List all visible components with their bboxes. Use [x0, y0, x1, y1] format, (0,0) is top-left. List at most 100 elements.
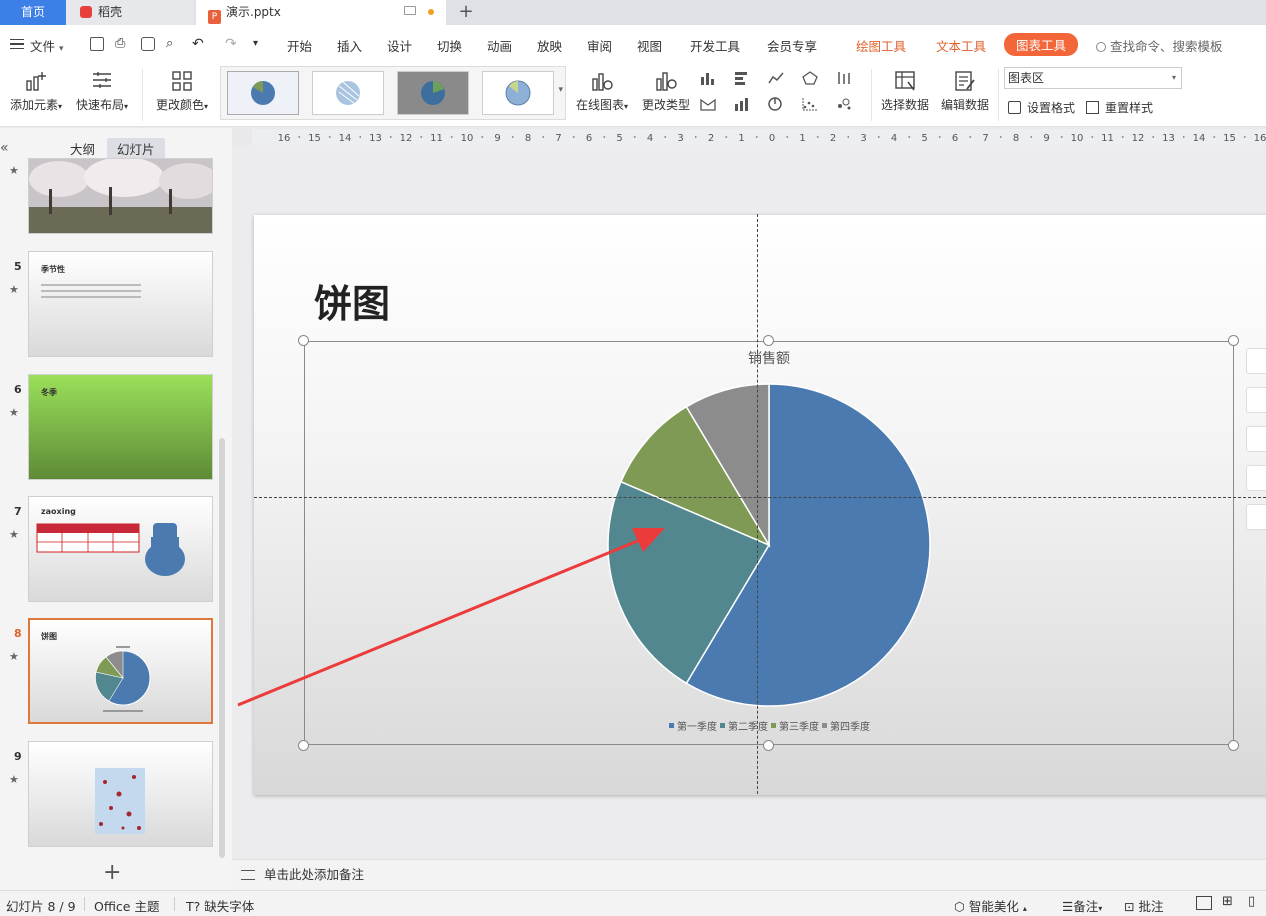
- add-element-button[interactable]: 添加元素▾: [6, 69, 66, 113]
- tab-file[interactable]: P 演示.pptx: [196, 0, 446, 25]
- slide-thumb-4[interactable]: [28, 158, 213, 234]
- print-icon[interactable]: [141, 37, 155, 51]
- scatter-chart-icon[interactable]: [802, 97, 818, 111]
- undo-icon[interactable]: ↶: [192, 37, 206, 51]
- edit-data-button[interactable]: 编辑数据: [938, 69, 992, 113]
- menu-member[interactable]: 会员专享: [767, 36, 817, 55]
- legend-label[interactable]: 第一季度: [677, 720, 717, 733]
- menu-insert[interactable]: 插入: [337, 36, 362, 55]
- chart-style-brush-icon[interactable]: [1246, 387, 1266, 413]
- print-preview-icon[interactable]: ⎙: [115, 37, 129, 51]
- resize-handle-bottom-left[interactable]: [298, 740, 309, 751]
- legend-label[interactable]: 第二季度: [728, 720, 768, 733]
- tab-daoke[interactable]: 稻壳: [66, 0, 194, 25]
- add-slide-button[interactable]: +: [103, 860, 121, 885]
- slide-thumb-6[interactable]: 冬季: [28, 374, 213, 480]
- chart-element-select[interactable]: 图表区 ▾: [1004, 67, 1182, 89]
- menu-animation[interactable]: 动画: [487, 36, 512, 55]
- missing-fonts-button[interactable]: T? 缺失字体: [186, 896, 254, 915]
- quick-layout-button[interactable]: 快速布局▾: [74, 69, 130, 113]
- radar-chart-icon[interactable]: [802, 71, 818, 85]
- select-data-button[interactable]: 选择数据: [878, 69, 932, 113]
- comments-button[interactable]: ⊡ 批注: [1124, 896, 1163, 915]
- stock-chart-icon[interactable]: [836, 71, 852, 85]
- change-type-button[interactable]: 更改类型: [640, 69, 692, 113]
- slide-thumb-5[interactable]: 季节性: [28, 251, 213, 357]
- menu-chart-tools[interactable]: 图表工具: [1004, 33, 1079, 56]
- bubble-chart-icon[interactable]: [836, 97, 852, 111]
- legend-label[interactable]: 第三季度: [779, 720, 819, 733]
- ruler-label: 10: [461, 133, 474, 144]
- menu-developer[interactable]: 开发工具: [690, 36, 740, 55]
- slide-thumb-9[interactable]: [28, 741, 213, 847]
- ruler-label: 4: [647, 133, 653, 144]
- command-search[interactable]: 查找命令、搜索模板: [1096, 36, 1223, 55]
- reset-style-button[interactable]: 重置样式: [1086, 99, 1153, 116]
- normal-view-icon[interactable]: [1196, 896, 1212, 910]
- hbar-chart-icon[interactable]: [734, 71, 750, 85]
- pie-chart-icon[interactable]: [768, 97, 784, 111]
- resize-handle-bottom[interactable]: [763, 740, 774, 751]
- new-tab-button[interactable]: +: [456, 0, 476, 25]
- tab-home[interactable]: 首页: [0, 0, 66, 25]
- bar-chart-icon[interactable]: [700, 71, 716, 85]
- resize-handle-bottom-right[interactable]: [1228, 740, 1239, 751]
- menu-review[interactable]: 审阅: [587, 36, 612, 55]
- resize-handle-top[interactable]: [763, 335, 774, 346]
- slide-thumb-8[interactable]: 饼图: [28, 618, 213, 724]
- menu-text-tools[interactable]: 文本工具: [936, 36, 986, 55]
- chart-filter-icon[interactable]: [1246, 426, 1266, 452]
- menu-slideshow[interactable]: 放映: [537, 36, 562, 55]
- chart-style-thumb-2[interactable]: [312, 71, 384, 115]
- smart-beautify-button[interactable]: ⬡ 智能美化 ▴: [954, 896, 1027, 915]
- legend-swatch: [822, 723, 827, 728]
- menu-view[interactable]: 视图: [637, 36, 662, 55]
- redo-icon[interactable]: ↷: [225, 37, 239, 51]
- menu-start[interactable]: 开始: [287, 36, 312, 55]
- resize-handle-top-left[interactable]: [298, 335, 309, 346]
- monitor-icon[interactable]: [404, 6, 416, 15]
- chart-idea-bulb-icon[interactable]: [1246, 504, 1266, 530]
- change-color-button[interactable]: 更改颜色▾: [152, 69, 212, 113]
- select-data-label: 选择数据: [880, 98, 929, 112]
- resize-handle-top-right[interactable]: [1228, 335, 1239, 346]
- chart-title[interactable]: 销售额: [748, 351, 790, 367]
- combo-chart-icon[interactable]: [734, 97, 750, 111]
- menu-file[interactable]: 文件 ▾: [30, 36, 64, 55]
- chart-elements-icon[interactable]: [1246, 348, 1266, 374]
- tab-slides[interactable]: 幻灯片: [107, 138, 165, 159]
- hamburger-icon[interactable]: [10, 39, 24, 49]
- chart-style-thumb-1[interactable]: [227, 71, 299, 115]
- online-chart-button[interactable]: 在线图表▾: [572, 69, 632, 113]
- animation-star-icon: ★: [9, 283, 19, 296]
- set-format-button[interactable]: 设置格式: [1008, 99, 1075, 116]
- menu-draw-tools[interactable]: 绘图工具: [856, 36, 906, 55]
- reading-view-icon[interactable]: ▯: [1248, 894, 1255, 909]
- slide-thumb-7[interactable]: zaoxing: [28, 496, 213, 602]
- pie-chart[interactable]: 销售额第一季度 第二季度 第三季度 第四季度: [254, 215, 1266, 795]
- ruler-label: 3: [860, 133, 866, 144]
- notes-toggle-button[interactable]: ☰备注▾: [1062, 896, 1102, 915]
- slide-panel-scrollbar[interactable]: [219, 438, 225, 858]
- slide-sorter-view-icon[interactable]: ⊞: [1222, 894, 1233, 909]
- chart-settings-gear-icon[interactable]: [1246, 465, 1266, 491]
- change-type-icon: [656, 72, 677, 91]
- menu-transition[interactable]: 切换: [437, 36, 462, 55]
- chart-style-thumb-3[interactable]: [397, 71, 469, 115]
- line-chart-icon[interactable]: [768, 71, 784, 85]
- save-icon[interactable]: [90, 37, 104, 51]
- gallery-expand-icon[interactable]: ▾: [558, 85, 563, 95]
- menu-design[interactable]: 设计: [387, 36, 412, 55]
- zoom-icon[interactable]: ⌕: [166, 37, 180, 51]
- theme-name[interactable]: Office 主题: [94, 896, 159, 915]
- ruler-tick: [1121, 136, 1124, 138]
- legend-label[interactable]: 第四季度: [830, 720, 870, 733]
- collapse-panel-icon[interactable]: «: [0, 140, 9, 156]
- more-icon[interactable]: ▾: [253, 37, 267, 51]
- chart-style-thumb-4[interactable]: [482, 71, 554, 115]
- notes-bar[interactable]: 单击此处添加备注: [232, 859, 1266, 890]
- ruler-label: 1: [799, 133, 805, 144]
- tab-outline[interactable]: 大纲: [60, 138, 105, 159]
- slide-8[interactable]: 饼图 销售额 第一季度 第二季度 第三季度 第四季度: [254, 215, 1266, 795]
- area-chart-icon[interactable]: [700, 97, 716, 111]
